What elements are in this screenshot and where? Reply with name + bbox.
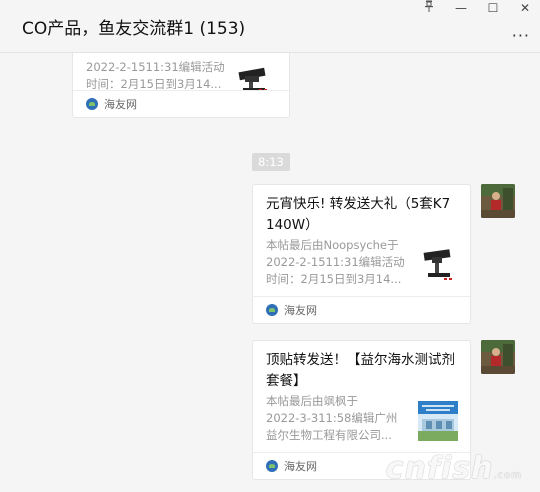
card-thumbnail [418, 245, 458, 285]
close-button[interactable]: ✕ [512, 0, 538, 16]
card-title: 顶贴转发送！【益尔海水测试剂套餐】 [266, 352, 455, 389]
card-source: 海友网 [284, 460, 317, 473]
title-bar: CO产品，鱼友交流群1 (153) — ☐ ✕ ··· [0, 0, 540, 53]
card-source: 海友网 [284, 304, 317, 317]
chat-title: CO产品，鱼友交流群1 (153) [22, 19, 246, 39]
card-source: 海友网 [104, 98, 137, 111]
card-footer: 海友网 [73, 90, 289, 117]
pin-icon [425, 0, 433, 12]
shared-link-card[interactable]: 元宵快乐! 转发送大礼（5套K7 140W） 本帖最后由Noopsyche于 2… [252, 184, 471, 324]
source-logo-icon [266, 304, 278, 316]
card-desc-line: 2022-2-1511:31编辑活动 [86, 60, 225, 74]
card-thumbnail [418, 401, 458, 441]
card-desc-line: 2022-3-311:58编辑广州 [266, 411, 398, 425]
minimize-button[interactable]: — [448, 0, 474, 16]
card-desc-line: 本帖最后由Noopsyche于 [266, 238, 399, 252]
card-desc-line: 时间：2月15日到3月14... [266, 272, 402, 286]
time-divider: 8:13 [252, 153, 290, 171]
pin-button[interactable] [416, 0, 442, 16]
more-options-button[interactable]: ··· [512, 26, 530, 45]
maximize-button[interactable]: ☐ [480, 0, 506, 16]
shared-link-card[interactable]: 2022-2-1511:31编辑活动 时间：2月15日到3月14... 海友网 [72, 53, 290, 118]
card-desc-line: 本帖最后由飒枫于 [266, 394, 358, 408]
card-desc-line: 2022-2-1511:31编辑活动 [266, 255, 405, 269]
source-logo-icon [86, 98, 98, 110]
chat-area[interactable]: 2022-2-1511:31编辑活动 时间：2月15日到3月14... 海友网 … [0, 53, 540, 492]
source-logo-icon [266, 460, 278, 472]
card-title: 元宵快乐! 转发送大礼（5套K7 140W） [266, 196, 451, 233]
card-desc-line: 益尔生物工程有限公司... [266, 428, 392, 442]
card-footer: 海友网 [253, 296, 470, 323]
avatar[interactable] [481, 340, 515, 374]
watermark: cnfish.com [385, 451, 522, 486]
avatar[interactable] [481, 184, 515, 218]
